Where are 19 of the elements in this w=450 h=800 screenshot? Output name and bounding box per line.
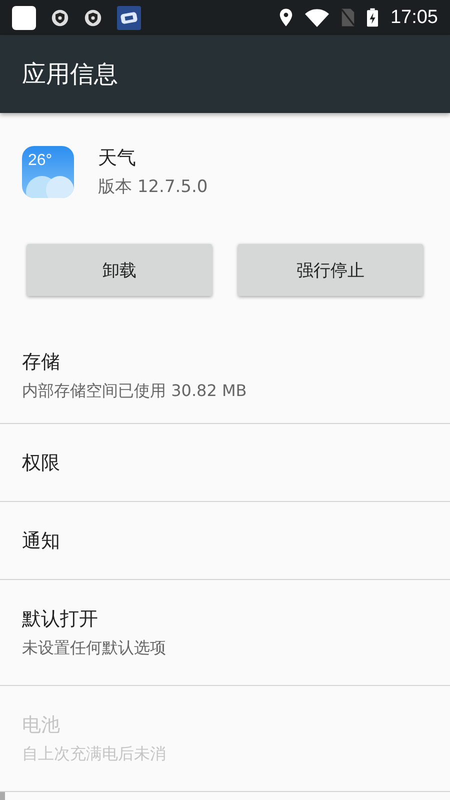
weather-app-icon: 26° — [22, 146, 74, 198]
settings-item[interactable]: 存储 内部存储空间已使用 30.82 MB — [0, 328, 450, 424]
app-version: 版本 12.7.5.0 — [98, 176, 208, 198]
screen-title: 应用信息 — [22, 59, 118, 90]
location-icon — [279, 8, 294, 27]
shield-icon — [51, 8, 69, 26]
notification-icon — [12, 6, 36, 30]
settings-item[interactable]: 权限 — [0, 424, 450, 502]
clock: 17:05 — [390, 6, 438, 28]
wifi-icon — [305, 8, 330, 26]
action-button[interactable]: 卸载 — [27, 244, 212, 296]
battery-charging-icon — [367, 8, 378, 27]
no-sim-icon — [341, 8, 356, 27]
app-name: 天气 — [98, 146, 137, 171]
gamepad-icon — [117, 6, 141, 30]
shield-icon — [84, 8, 102, 26]
settings-item[interactable]: 通知 — [0, 502, 450, 580]
action-button[interactable]: 强行停止 — [238, 244, 423, 296]
settings-item[interactable]: 默认打开 未设置任何默认选项 — [0, 580, 450, 686]
